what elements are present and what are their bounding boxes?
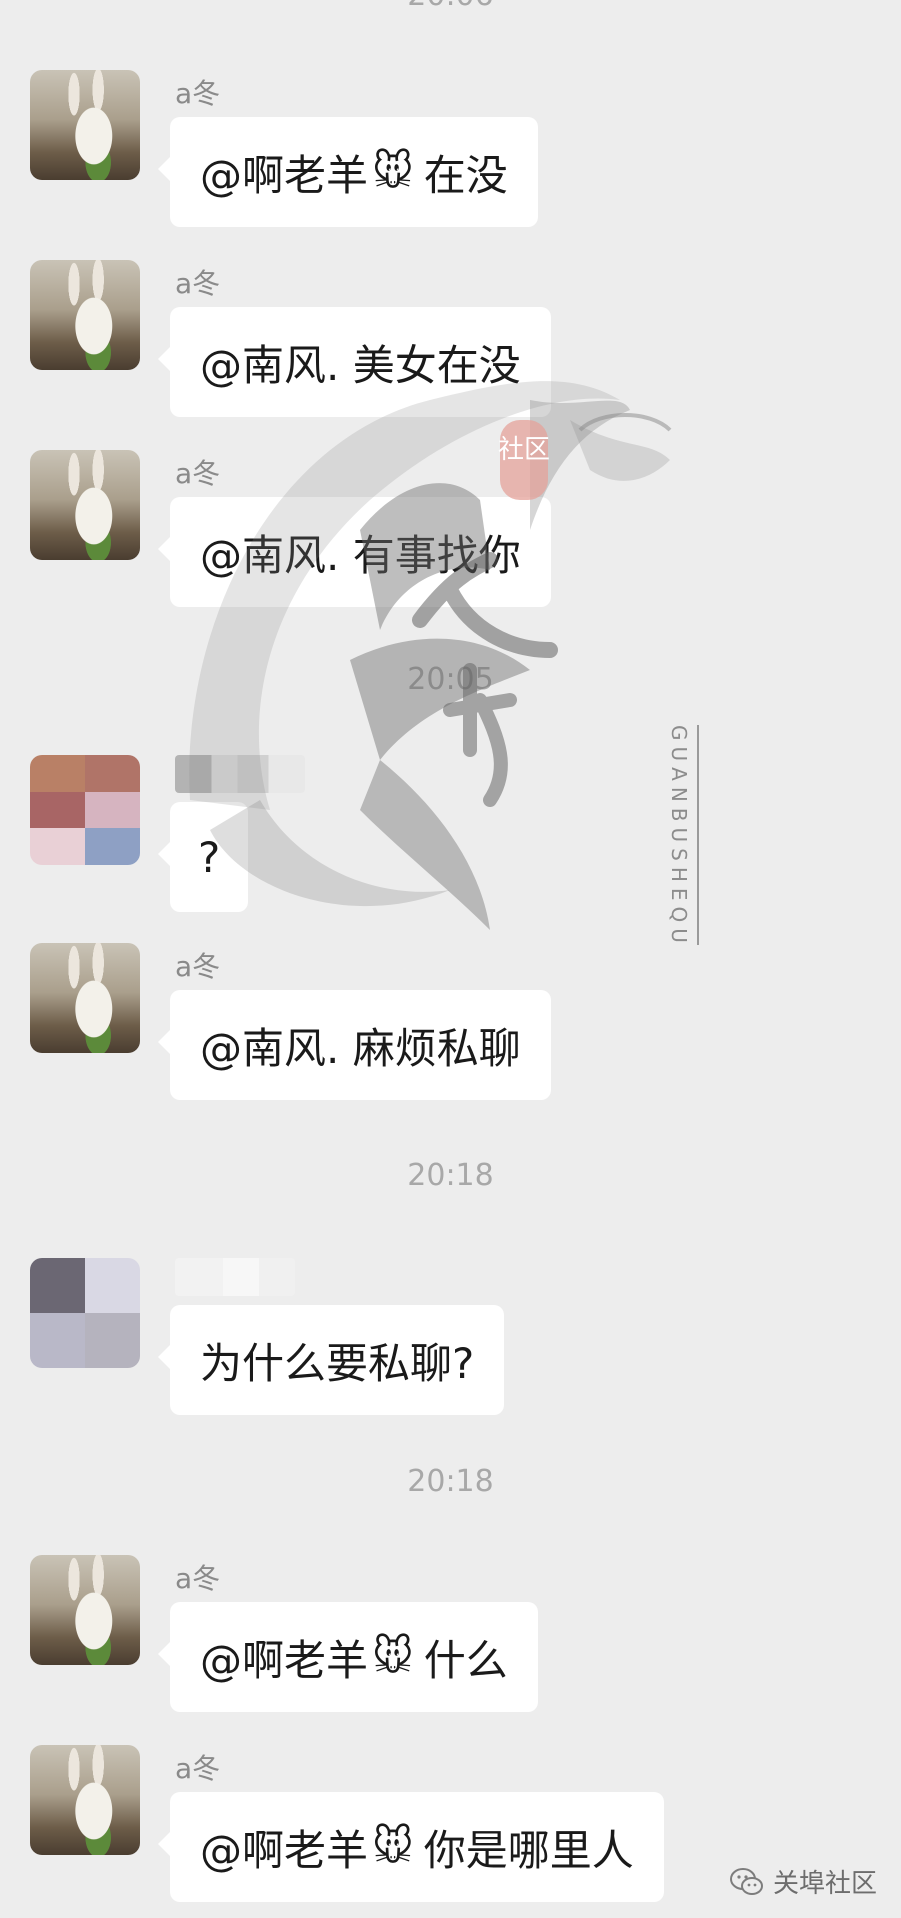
sender-name: a冬 bbox=[175, 457, 221, 490]
timestamp: 20:06 bbox=[0, 0, 901, 13]
message-bubble[interactable]: @南风. 美女在没 bbox=[158, 307, 551, 417]
avatar[interactable] bbox=[30, 260, 140, 370]
avatar[interactable] bbox=[30, 943, 140, 1053]
avatar[interactable] bbox=[30, 755, 140, 865]
sender-name bbox=[175, 1258, 295, 1296]
timestamp: 20:18 bbox=[407, 1464, 494, 1499]
message-bubble[interactable]: 为什么要私聊? bbox=[157, 1305, 505, 1415]
sender-name: a冬 bbox=[175, 1562, 221, 1595]
mouse-emoji-icon: 🐭 bbox=[372, 149, 414, 195]
sender-name bbox=[175, 755, 305, 793]
avatar[interactable] bbox=[30, 1745, 140, 1855]
message-text: 什么 bbox=[423, 1635, 508, 1685]
message-text: 在没 bbox=[423, 150, 508, 200]
timestamp: 20:18 bbox=[407, 1158, 494, 1193]
message-bubble[interactable]: @啊老羊 🐭 在没 bbox=[158, 117, 538, 227]
message-text: @南风. 美女在没 bbox=[200, 340, 521, 390]
wechat-icon bbox=[729, 1867, 763, 1895]
message-text: ? bbox=[198, 832, 221, 882]
message-bubble[interactable]: @啊老羊 🐭 你是哪里人 bbox=[158, 1792, 664, 1902]
message-bubble[interactable]: ? bbox=[157, 802, 249, 912]
mouse-emoji-icon: 🐭 bbox=[372, 1824, 414, 1870]
chat-window: 20:06 a冬 @啊老羊 🐭 在没 a冬 @南风. 美女在没 a冬 @南风. … bbox=[0, 0, 901, 1918]
mention: @啊老羊 bbox=[200, 150, 369, 200]
sender-name: a冬 bbox=[175, 950, 221, 983]
footer-brand: 关埠社区 bbox=[729, 1863, 877, 1900]
watermark-pinyin: GUANBUSHEQU bbox=[667, 725, 691, 949]
sender-name: a冬 bbox=[175, 1752, 221, 1785]
message-bubble[interactable]: @南风. 麻烦私聊 bbox=[158, 990, 551, 1100]
footer-label: 关埠社区 bbox=[772, 1869, 877, 1899]
avatar[interactable] bbox=[30, 70, 140, 180]
message-bubble[interactable]: @南风. 有事找你 bbox=[158, 497, 551, 607]
message-text: @南风. 有事找你 bbox=[200, 530, 521, 580]
avatar[interactable] bbox=[30, 450, 140, 560]
avatar[interactable] bbox=[30, 1555, 140, 1665]
watermark-stamp: 社区 bbox=[498, 435, 550, 465]
message-text: 你是哪里人 bbox=[423, 1825, 634, 1875]
sender-name: a冬 bbox=[175, 267, 221, 300]
timestamp: 20:05 bbox=[407, 662, 494, 697]
message-text: @南风. 麻烦私聊 bbox=[200, 1023, 521, 1073]
avatar[interactable] bbox=[30, 1258, 140, 1368]
watermark-divider bbox=[697, 725, 699, 945]
message-text: 为什么要私聊? bbox=[200, 1338, 475, 1388]
mention: @啊老羊 bbox=[200, 1825, 369, 1875]
mention: @啊老羊 bbox=[200, 1635, 369, 1685]
sender-name: a冬 bbox=[175, 77, 221, 110]
mouse-emoji-icon: 🐭 bbox=[372, 1634, 414, 1680]
message-bubble[interactable]: @啊老羊 🐭 什么 bbox=[158, 1602, 538, 1712]
